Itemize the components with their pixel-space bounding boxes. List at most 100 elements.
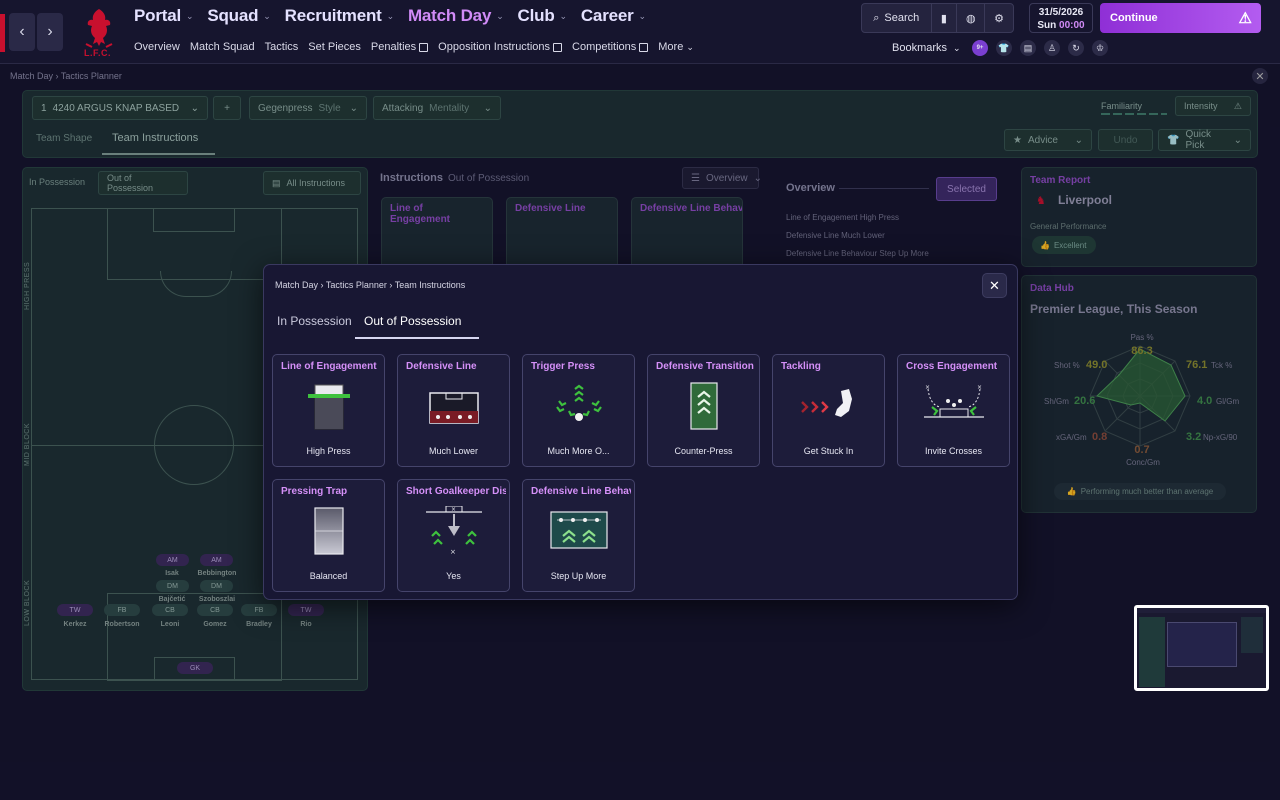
- metric-label: Shot %: [1054, 361, 1080, 370]
- settings-button[interactable]: ⚙: [985, 4, 1013, 32]
- all-instructions-button[interactable]: ▤ All Instructions: [263, 171, 361, 195]
- instructions-subtitle: Out of Possession: [448, 173, 530, 184]
- continue-button[interactable]: Continue ⚠: [1100, 3, 1261, 33]
- style-label: Style: [318, 102, 341, 114]
- subnav-tactics[interactable]: Tactics: [265, 41, 299, 53]
- subnav-more[interactable]: More ⌄: [658, 41, 694, 53]
- add-tactic-button[interactable]: +: [213, 96, 241, 120]
- selected-toggle[interactable]: Selected: [936, 177, 997, 201]
- team-name[interactable]: Liverpool: [1058, 193, 1112, 207]
- close-planner-button[interactable]: ✕: [1252, 68, 1268, 84]
- trophy-icon[interactable]: ♔: [1092, 40, 1108, 56]
- metric-value: 0.7: [1134, 444, 1150, 456]
- player-chip[interactable]: DM: [200, 580, 233, 592]
- quick-pick-button[interactable]: 👕 Quick Pick ⌄: [1158, 129, 1251, 151]
- player-chip[interactable]: AM: [156, 554, 189, 566]
- instruction-card-short-goalkeeper-distribution[interactable]: Short Goalkeeper Distr × × Yes: [397, 479, 510, 592]
- subnav-label: Opposition Instructions: [438, 41, 551, 53]
- intensity-meter[interactable]: Intensity ⚠: [1175, 96, 1251, 116]
- view-dropdown[interactable]: ☰ Overview ⌄: [682, 167, 762, 189]
- tab-team-instructions[interactable]: Team Instructions: [112, 132, 198, 144]
- card-value: Step Up More: [550, 571, 607, 581]
- tab-in-possession[interactable]: In Possession: [29, 177, 85, 187]
- mentality-dropdown[interactable]: Attacking Mentality ⌄: [373, 96, 501, 120]
- contract-icon[interactable]: ▤: [1020, 40, 1036, 56]
- screen-minimap[interactable]: [1134, 605, 1269, 691]
- modal-breadcrumb: Match Day › Tactics Planner › Team Instr…: [275, 280, 466, 290]
- subnav-overview[interactable]: Overview: [134, 41, 180, 53]
- tactic-slot: 1: [41, 102, 47, 114]
- player-chip[interactable]: TW: [288, 604, 324, 616]
- bookmarks-dropdown[interactable]: Bookmarks ⌄: [892, 42, 961, 54]
- instruction-card-defensive-line-behaviour[interactable]: Defensive Line Behavic Step Up More: [522, 479, 635, 592]
- instruction-card-trigger-press[interactable]: Trigger Press Much More O...: [522, 354, 635, 467]
- search-icon: ⌕: [873, 11, 880, 24]
- modal-crumb[interactable]: Match Day: [275, 280, 318, 290]
- instruction-card-pressing-trap[interactable]: Pressing Trap Balanced: [272, 479, 385, 592]
- modal-close-button[interactable]: ✕: [982, 273, 1007, 298]
- subnav-penalties[interactable]: Penalties: [371, 41, 429, 53]
- subnav-match-squad[interactable]: Match Squad: [190, 41, 255, 53]
- instruction-card-line-of-engagement[interactable]: Line of Engagement High Press: [272, 354, 385, 467]
- breadcrumb-root[interactable]: Match Day: [10, 71, 53, 81]
- staff-icon[interactable]: ♙: [1044, 40, 1060, 56]
- world-button[interactable]: ◍: [957, 4, 986, 32]
- list-icon: ☰: [691, 172, 700, 184]
- instruction-card-tackling[interactable]: Tackling Get Stuck In: [772, 354, 885, 467]
- breadcrumb: Match Day › Tactics Planner: [10, 71, 122, 81]
- player-chip[interactable]: DM: [156, 580, 189, 592]
- modal-crumb[interactable]: Tactics Planner: [326, 280, 387, 290]
- advice-button[interactable]: ★ Advice ⌄: [1004, 129, 1092, 151]
- chevron-down-icon: ⌄: [1074, 134, 1083, 146]
- player-chip[interactable]: CB: [197, 604, 233, 616]
- card-title: Defensive Transition: [656, 361, 754, 372]
- nav-career[interactable]: Career ⌄: [581, 6, 646, 26]
- notifications-badge[interactable]: 9+: [972, 40, 988, 56]
- player-chip[interactable]: GK: [177, 662, 213, 674]
- subnav-set-pieces[interactable]: Set Pieces: [308, 41, 361, 53]
- metric-label: Gl/Gm: [1216, 397, 1240, 406]
- overview-key: Defensive Line: [786, 231, 839, 240]
- clipboard-icon: ▤: [272, 177, 281, 188]
- modal-tab-in-possession[interactable]: In Possession: [277, 314, 352, 328]
- kit-icon[interactable]: 👕: [996, 40, 1012, 56]
- player-chip[interactable]: FB: [104, 604, 140, 616]
- undo-button[interactable]: Undo: [1098, 129, 1153, 151]
- nav-label: Squad: [207, 6, 259, 25]
- style-dropdown[interactable]: Gegenpress Style ⌄: [249, 96, 367, 120]
- perf-label: General Performance: [1030, 222, 1107, 231]
- date-display[interactable]: 31/5/2026 Sun 00:00: [1029, 3, 1093, 33]
- mentality-value: Attacking: [382, 102, 424, 114]
- toolbar-group: ⌕ Search ▮ ◍ ⚙: [861, 3, 1014, 33]
- back-button[interactable]: ‹: [9, 13, 35, 51]
- nav-portal[interactable]: Portal ⌄: [134, 6, 194, 26]
- forward-button[interactable]: ›: [37, 13, 63, 51]
- bookmark-button[interactable]: ▮: [932, 4, 958, 32]
- nav-recruitment[interactable]: Recruitment ⌄: [285, 6, 395, 26]
- subnav-competitions[interactable]: Competitions: [572, 41, 649, 53]
- search-button[interactable]: ⌕ Search: [862, 4, 932, 32]
- nav-match-day[interactable]: Match Day ⌄: [408, 6, 504, 26]
- overview-title: Overview: [786, 182, 835, 194]
- tactic-selector[interactable]: 1 4240 ARGUS KNAP BASED ⌄: [32, 96, 208, 120]
- nav-club[interactable]: Club ⌄: [518, 6, 568, 26]
- instruction-card-cross-engagement[interactable]: Cross Engagement × × Invite Crosses: [897, 354, 1010, 467]
- player-chip[interactable]: AM: [200, 554, 233, 566]
- minimap-pitch: [1139, 617, 1165, 687]
- player-chip[interactable]: CB: [152, 604, 188, 616]
- tab-out-of-possession[interactable]: Out of Possession: [98, 171, 188, 195]
- player-chip[interactable]: TW: [57, 604, 93, 616]
- instruction-card-defensive-transition[interactable]: Defensive Transition Counter-Press: [647, 354, 760, 467]
- subnav-opposition-instructions[interactable]: Opposition Instructions: [438, 41, 563, 53]
- nav-squad[interactable]: Squad ⌄: [207, 6, 271, 26]
- club-crest[interactable]: L.F.C.: [78, 6, 120, 58]
- undo-label: Undo: [1113, 134, 1138, 146]
- chevron-down-icon: ⌄: [1233, 134, 1242, 146]
- modal-tab-out-of-possession[interactable]: Out of Possession: [364, 314, 461, 328]
- tab-team-shape[interactable]: Team Shape: [36, 133, 92, 144]
- overview-divider: [839, 188, 929, 189]
- player-chip[interactable]: FB: [241, 604, 277, 616]
- instruction-card-defensive-line[interactable]: Defensive Line Much Lower: [397, 354, 510, 467]
- chevron-down-icon: ⌄: [483, 102, 492, 114]
- refresh-icon[interactable]: ↻: [1068, 40, 1084, 56]
